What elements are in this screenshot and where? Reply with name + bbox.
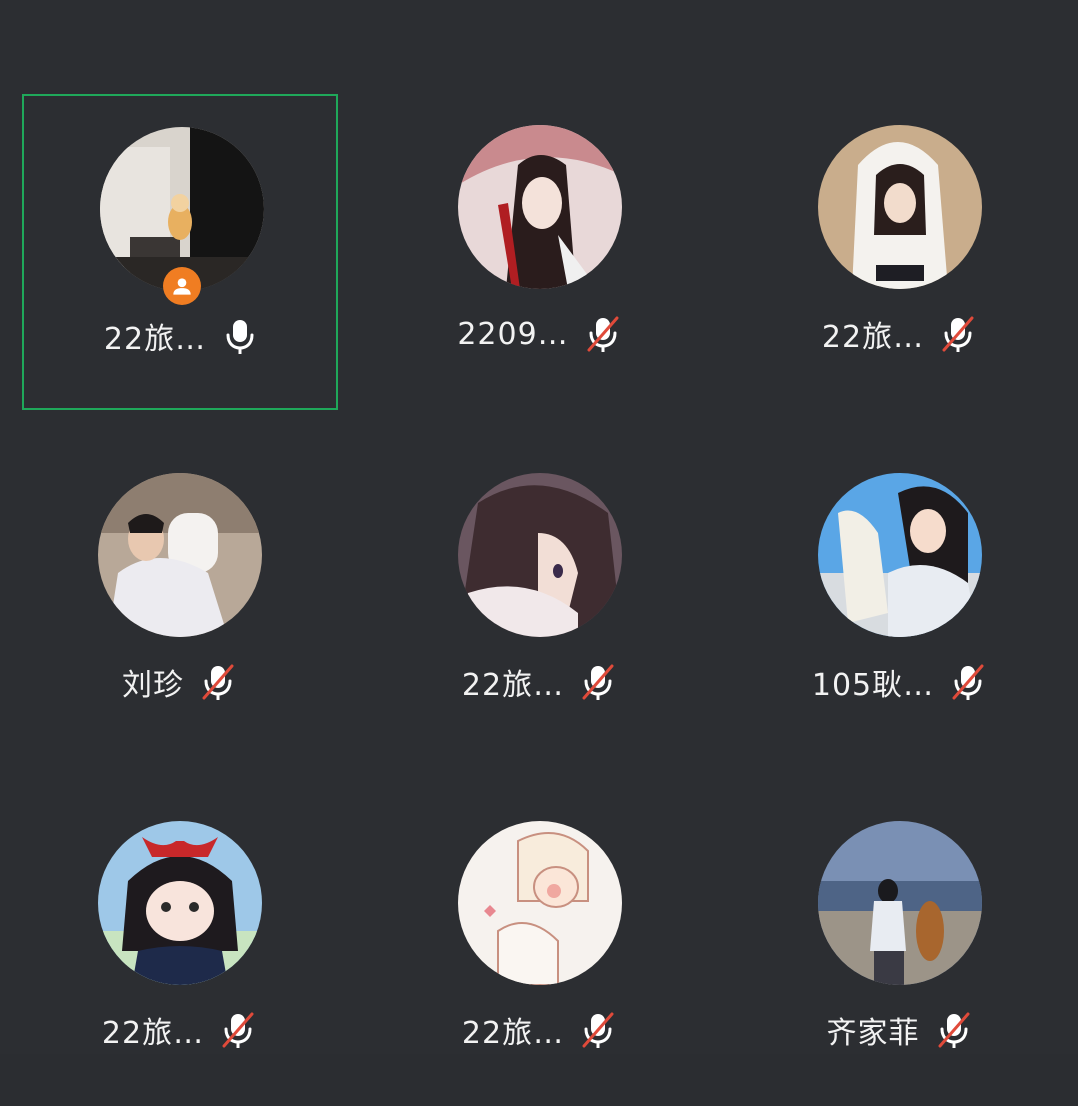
- participant-tile[interactable]: 105耿…: [742, 442, 1058, 758]
- mic-muted-icon[interactable]: [934, 1010, 974, 1050]
- host-badge: [163, 267, 201, 305]
- participant-name: 105耿…: [811, 668, 935, 703]
- avatar: [818, 125, 982, 289]
- participant-name: 2209…: [457, 316, 569, 352]
- avatar: [818, 821, 982, 985]
- mic-muted-icon[interactable]: [938, 314, 978, 354]
- mic-muted-icon[interactable]: [948, 662, 988, 702]
- participant-tile[interactable]: 22旅…: [22, 790, 338, 1106]
- participant-tile[interactable]: 22旅…: [382, 442, 698, 758]
- video-call-grid: 22旅… 2209… 22旅… 刘珍 22旅… 105耿… 22旅… 22旅… …: [0, 0, 1078, 1054]
- avatar: [458, 473, 622, 637]
- participant-name: 22旅…: [103, 322, 207, 357]
- mic-on-icon[interactable]: [220, 316, 260, 356]
- mic-muted-icon[interactable]: [578, 662, 618, 702]
- participant-tile[interactable]: 22旅…: [742, 94, 1058, 410]
- participant-name: 齐家菲: [826, 1016, 920, 1051]
- mic-muted-icon[interactable]: [198, 662, 238, 702]
- participant-tile[interactable]: 2209…: [382, 94, 698, 410]
- participant-name: 22旅…: [461, 1016, 565, 1051]
- participant-name: 22旅…: [101, 1016, 205, 1051]
- user-icon: [173, 278, 191, 295]
- mic-muted-icon[interactable]: [583, 314, 623, 354]
- avatar: [818, 473, 982, 637]
- avatar: [98, 821, 262, 985]
- mic-muted-icon[interactable]: [578, 1010, 618, 1050]
- participant-name: 22旅…: [821, 320, 925, 355]
- avatar: [458, 125, 622, 289]
- avatar: [458, 821, 622, 985]
- avatar: [98, 473, 262, 637]
- participant-name: 刘珍: [122, 668, 184, 703]
- participant-tile[interactable]: 刘珍: [22, 442, 338, 758]
- participant-tile[interactable]: 齐家菲: [742, 790, 1058, 1106]
- mic-muted-icon[interactable]: [218, 1010, 258, 1050]
- participant-tile[interactable]: 22旅…: [382, 790, 698, 1106]
- participant-tile[interactable]: 22旅…: [22, 94, 338, 410]
- participant-name: 22旅…: [461, 668, 565, 703]
